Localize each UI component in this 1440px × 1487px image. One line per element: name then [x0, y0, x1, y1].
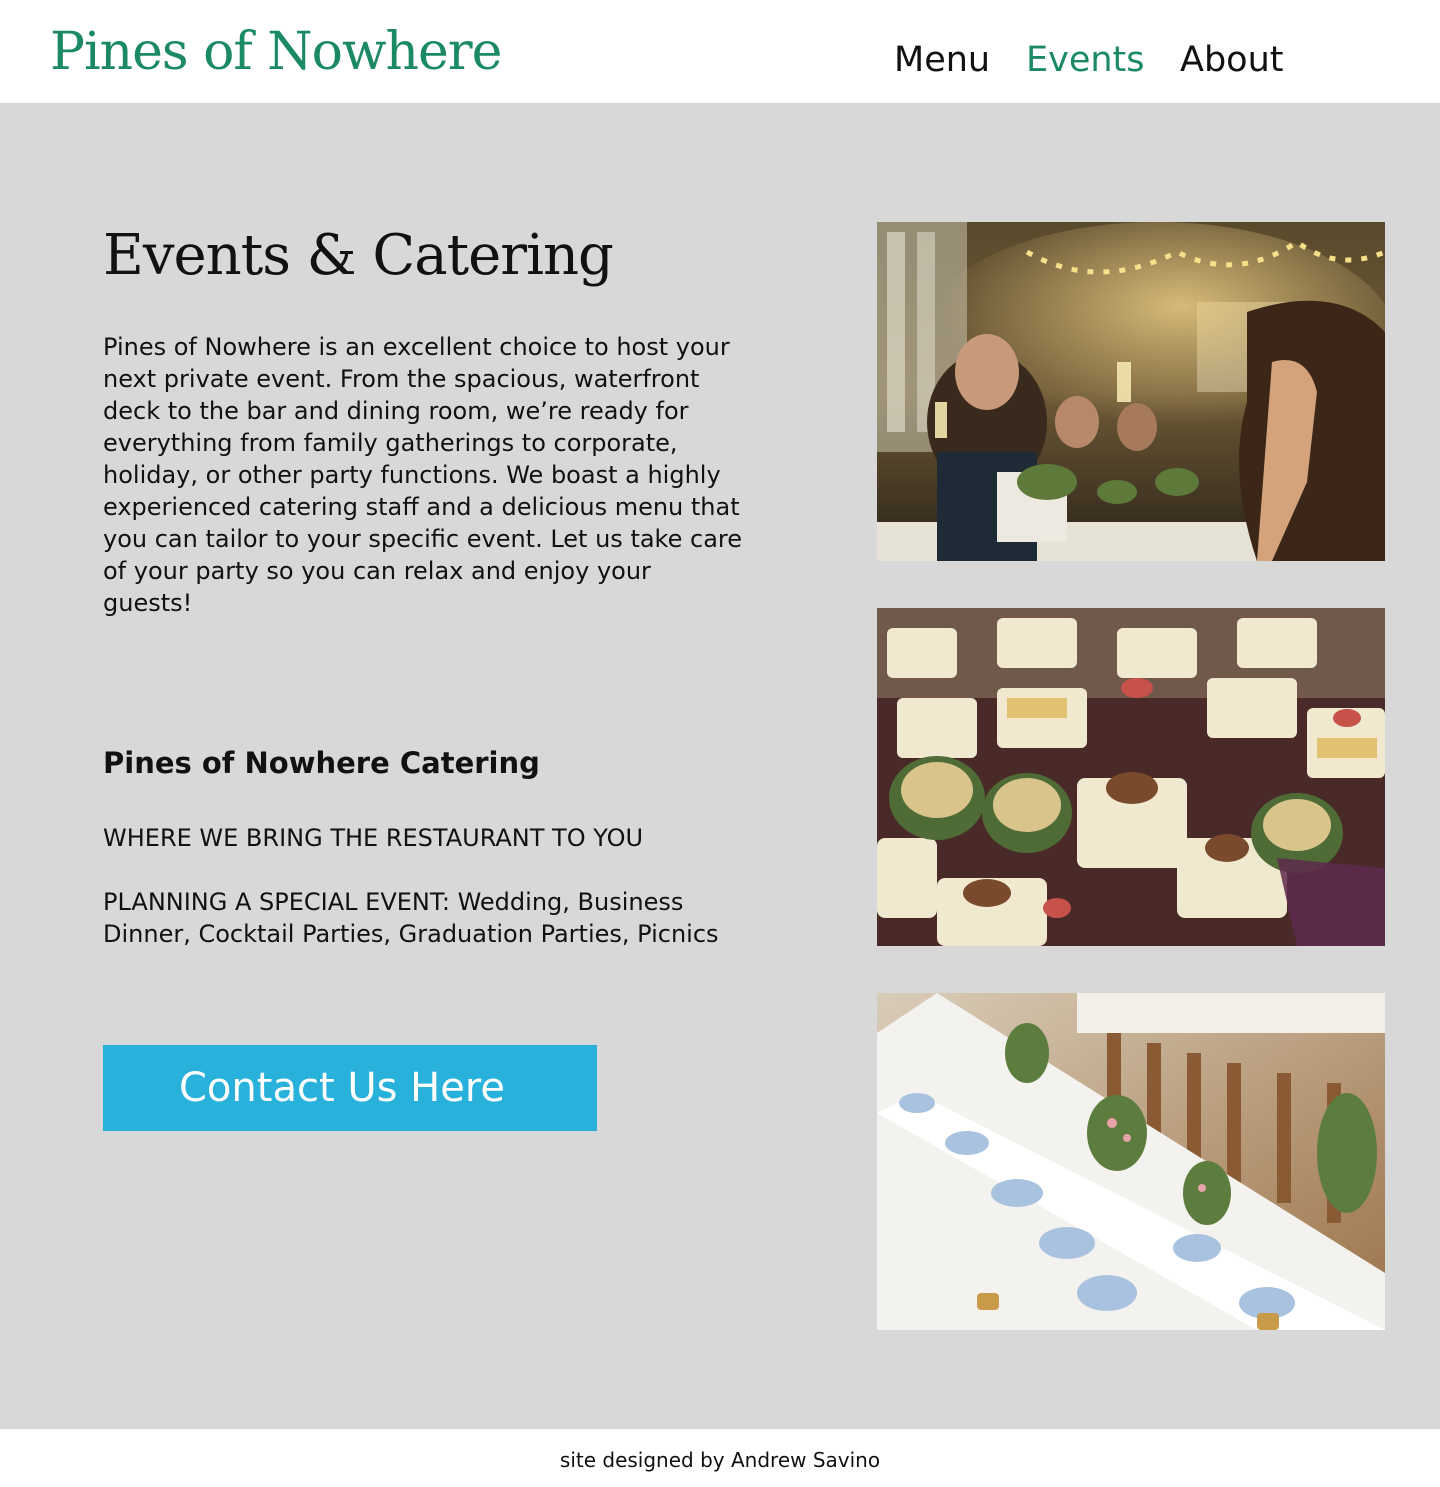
planning-text: PLANNING A SPECIAL EVENT: Wedding, Busin…	[103, 888, 719, 948]
intro-paragraph: Pines of Nowhere is an excellent choice …	[103, 333, 742, 617]
nav-about[interactable]: About	[1180, 40, 1283, 80]
contact-us-button[interactable]: Contact Us Here	[103, 1045, 597, 1131]
catering-tagline: WHERE WE BRING THE RESTAURANT TO YOU	[103, 824, 644, 852]
site-footer: site designed by Andrew Savino	[0, 1429, 1440, 1487]
designer-credit: site designed by Andrew Savino	[559, 1448, 881, 1472]
page-title: Events & Catering	[103, 223, 614, 288]
brand-logo[interactable]: Pines of Nowhere	[50, 22, 502, 82]
catering-heading: Pines of Nowhere Catering	[103, 746, 540, 780]
event-toast-photo	[877, 222, 1385, 561]
nav-events[interactable]: Events	[1026, 40, 1145, 80]
nav-menu[interactable]: Menu	[894, 40, 990, 80]
catering-appetizers-photo	[877, 608, 1385, 946]
banquet-table-photo	[877, 993, 1385, 1330]
main-content: Events & Catering Pines of Nowhere is an…	[0, 103, 1440, 1429]
site-header: Pines of Nowhere Menu Events About	[0, 0, 1440, 103]
